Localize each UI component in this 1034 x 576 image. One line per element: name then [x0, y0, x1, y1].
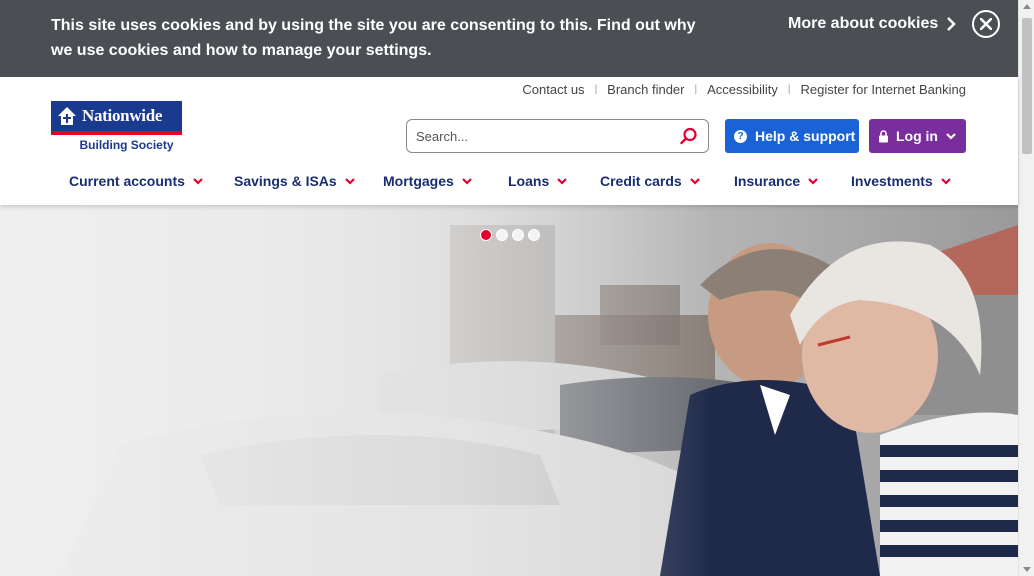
nationwide-logo[interactable]: Nationwide Building Society [51, 101, 182, 155]
logo-subtitle: Building Society [79, 138, 174, 152]
chevron-down-icon [462, 178, 472, 185]
nav-label: Mortgages [383, 173, 454, 189]
more-about-cookies-label: More about cookies [788, 15, 939, 32]
help-support-button[interactable]: ? Help & support [725, 119, 859, 153]
log-in-button[interactable]: Log in [869, 119, 966, 153]
nav-label: Investments [851, 173, 933, 189]
search-input[interactable] [416, 128, 666, 144]
chevron-down-icon [940, 178, 951, 185]
nav-label: Current accounts [69, 173, 185, 189]
nav-label: Insurance [734, 173, 801, 189]
hero-banner[interactable] [0, 205, 1018, 576]
close-cookie-button[interactable] [972, 10, 1000, 38]
carousel-dot-2[interactable] [496, 229, 508, 241]
carousel-dot-4[interactable] [528, 229, 540, 241]
chevron-right-icon [947, 17, 957, 31]
branch-finder-link[interactable]: Branch finder [607, 82, 684, 97]
search-icon [680, 127, 697, 145]
chevron-down-icon [689, 178, 700, 185]
logo-banner: Nationwide [51, 101, 182, 135]
scroll-down-arrow-icon[interactable] [1023, 567, 1031, 572]
nav-savings-isas[interactable]: Savings & ISAs [234, 173, 357, 189]
log-in-label: Log in [896, 128, 938, 144]
help-support-label: Help & support [755, 128, 856, 144]
hero-photo [0, 205, 1018, 576]
divider: | [594, 84, 598, 95]
scroll-up-arrow-icon[interactable] [1023, 4, 1031, 9]
nav-credit-cards[interactable]: Credit cards [600, 173, 702, 189]
more-about-cookies-link[interactable]: More about cookies [788, 15, 957, 33]
nav-label: Credit cards [600, 173, 682, 189]
nav-loans[interactable]: Loans [508, 173, 569, 189]
divider: | [694, 84, 698, 95]
divider: | [787, 84, 791, 95]
search-box [406, 119, 709, 153]
cookie-banner: This site uses cookies and by using the … [0, 0, 1018, 77]
cookie-message: This site uses cookies and by using the … [51, 17, 696, 59]
chevron-down-icon [808, 178, 818, 185]
nav-label: Loans [508, 173, 550, 189]
register-internet-banking-link[interactable]: Register for Internet Banking [801, 82, 966, 97]
nav-investments[interactable]: Investments [851, 173, 953, 189]
carousel-dot-1[interactable] [480, 229, 492, 241]
nav-label: Savings & ISAs [234, 173, 337, 189]
search-button[interactable] [680, 127, 698, 150]
main-navigation: Current accounts Savings & ISAs Mortgage… [69, 173, 951, 197]
carousel-dots [480, 229, 540, 241]
nav-current-accounts[interactable]: Current accounts [69, 173, 205, 189]
close-icon [980, 18, 992, 30]
scroll-thumb[interactable] [1022, 18, 1032, 154]
chevron-down-icon [344, 178, 355, 185]
page-scrollbar[interactable] [1018, 0, 1034, 576]
contact-us-link[interactable]: Contact us [522, 82, 584, 97]
carousel-dot-3[interactable] [512, 229, 524, 241]
site-header: Contact us | Branch finder | Accessibili… [0, 77, 1018, 205]
chevron-down-icon [193, 178, 203, 185]
utility-links: Contact us | Branch finder | Accessibili… [522, 82, 966, 97]
chevron-down-icon [557, 178, 568, 185]
accessibility-link[interactable]: Accessibility [707, 82, 778, 97]
nav-insurance[interactable]: Insurance [734, 173, 820, 189]
nav-mortgages[interactable]: Mortgages [383, 173, 474, 189]
logo-wordmark: Nationwide [82, 106, 163, 125]
question-icon: ? [734, 129, 747, 143]
chevron-down-icon [946, 133, 956, 140]
house-logo-icon [58, 107, 76, 125]
lock-icon [879, 129, 888, 142]
